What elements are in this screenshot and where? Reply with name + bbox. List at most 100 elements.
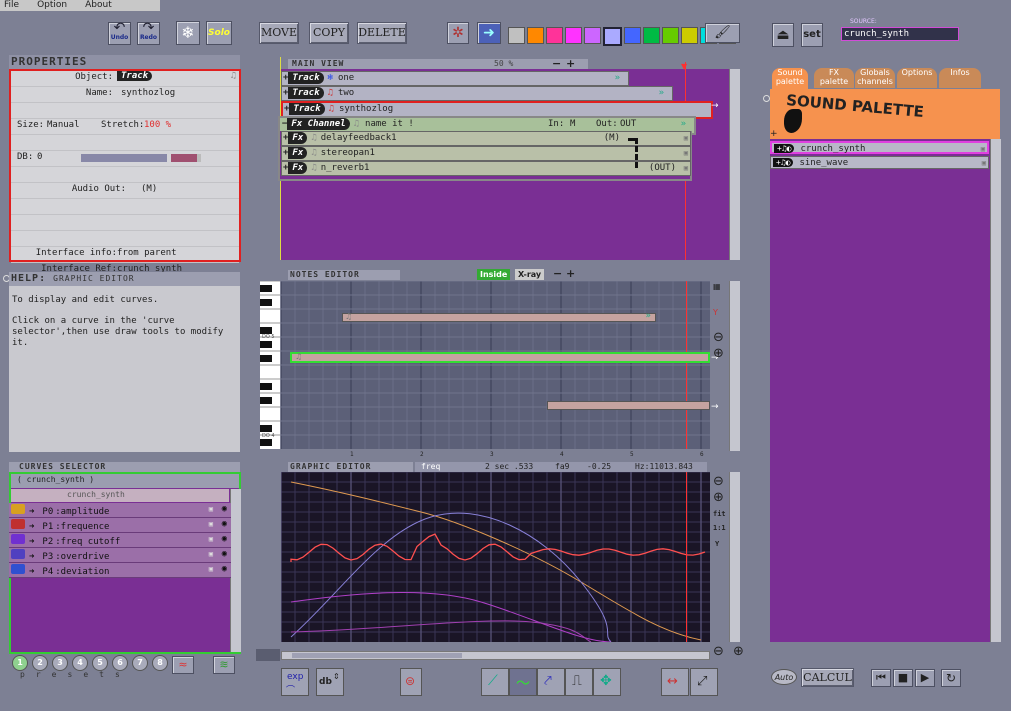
menu-file[interactable]: File [4, 0, 19, 11]
curves-head[interactable]: crunch_synth [11, 489, 229, 502]
move-point-tool[interactable]: ✥ [593, 668, 621, 696]
color-swatch[interactable] [527, 27, 544, 44]
curve-row[interactable]: ➜ P3:overdrive ◉ ▣ [9, 548, 231, 563]
ge-bottom-zoom-out-icon[interactable]: ⊖ [713, 644, 724, 659]
lock-icon[interactable]: ▣ [209, 503, 213, 516]
play-button[interactable]: ▶ [915, 669, 935, 687]
eye-icon[interactable]: ◉ [222, 563, 227, 576]
lock-icon[interactable]: ▣ [209, 548, 213, 561]
lock-icon[interactable]: ▣ [209, 518, 213, 531]
solo-button[interactable]: Solo [206, 21, 232, 45]
notes-grid-icon[interactable]: ▦ [713, 282, 721, 291]
preset-6-button[interactable]: 6 [112, 655, 128, 671]
fx-edit-icon[interactable]: ▣ [684, 162, 688, 174]
curves-button[interactable]: ≋ [213, 656, 235, 674]
ge-zoom-in-icon[interactable]: ⊕ [713, 490, 724, 505]
graphic-canvas[interactable] [280, 471, 710, 643]
ge-mini-icon[interactable] [256, 649, 280, 661]
fx-in-value[interactable]: M [570, 118, 575, 130]
color-swatch[interactable] [584, 27, 601, 44]
curve-row[interactable]: ➜ P2:freq cutoff ◉ ▣ [9, 533, 231, 548]
preset-4-button[interactable]: 4 [72, 655, 88, 671]
piano-keyboard[interactable] [260, 280, 280, 449]
track-row[interactable]: + Track ♫ two» [281, 86, 673, 101]
palette-item[interactable]: +♫◐ sine_wave ▣ [770, 156, 989, 169]
exp-button[interactable]: exp ⌒ [281, 668, 309, 696]
ge-1to1-button[interactable]: 1:1 [713, 524, 726, 532]
lock-icon[interactable]: ▣ [209, 563, 213, 576]
tab-options[interactable]: Options [897, 68, 937, 88]
tab-infos[interactable]: Infos [939, 68, 981, 88]
note-bar-1[interactable]: ♫» [342, 311, 656, 322]
draw-line-tool[interactable]: ⟋ [481, 668, 509, 696]
preset-7-button[interactable]: 7 [132, 655, 148, 671]
track-name[interactable]: synthozlog [339, 104, 393, 114]
tab-globals-channels[interactable]: Globals channels [855, 68, 895, 88]
eye-icon[interactable]: ◉ [222, 518, 227, 531]
palette-dot[interactable] [763, 95, 770, 102]
preset-3-button[interactable]: 3 [52, 655, 68, 671]
draw-point-tool[interactable]: ⤤ [537, 668, 565, 696]
curves-scrollbar[interactable] [230, 489, 241, 652]
color-swatch[interactable] [662, 27, 679, 44]
arrow-tool-button[interactable]: ➜ [477, 22, 501, 44]
ge-y-button[interactable]: Y [715, 540, 719, 548]
nodes-button[interactable]: ✲ [447, 22, 469, 44]
curve-row[interactable]: ➜ P4:deviation ◉ ▣ [9, 563, 231, 578]
tab-sound-palette[interactable]: Sound palette [772, 68, 808, 90]
menu-option[interactable]: Option [37, 0, 67, 11]
audio-value[interactable]: (M) [141, 184, 157, 194]
draw-step-tool[interactable]: ⎍ [565, 668, 593, 696]
fx-edit-icon[interactable]: ▣ [684, 147, 688, 159]
fx-name[interactable]: n_reverb1 [321, 163, 370, 173]
playhead-graphic[interactable] [686, 472, 687, 642]
inside-toggle[interactable]: Inside [477, 269, 511, 280]
name-value[interactable]: synthozlog [121, 88, 175, 98]
notes-grid[interactable] [280, 280, 710, 449]
eye-icon[interactable]: ◉ [222, 548, 227, 561]
loop-button[interactable]: ↻ [941, 669, 961, 687]
preset-5-button[interactable]: 5 [92, 655, 108, 671]
curve-row[interactable]: ➜ P1:frequence ◉ ▣ [9, 518, 231, 533]
hscroll-thumb[interactable] [292, 653, 462, 658]
calcul-button[interactable]: CALCUL [801, 668, 854, 687]
note-bar-selected[interactable]: ♫ [290, 352, 710, 363]
fx-name[interactable]: delayfeedback1 [321, 133, 397, 143]
stamp-button[interactable]: ⏏ [772, 23, 794, 47]
xray-toggle[interactable]: X-ray [515, 269, 545, 280]
snowflake-button[interactable]: ❄ [176, 21, 200, 45]
notes-zoom-out[interactable]: − [553, 267, 562, 280]
fx-channel-name[interactable]: name it ! [365, 119, 414, 129]
db-value[interactable]: 0 [37, 152, 42, 162]
ge-bottom-zoom-in-icon[interactable]: ⊕ [733, 644, 744, 659]
fx-edit-icon[interactable]: ▣ [684, 132, 688, 144]
db-slider-track[interactable] [81, 154, 167, 162]
track-name[interactable]: one [338, 73, 354, 83]
graphic-scrollbar[interactable] [729, 472, 740, 642]
source-field[interactable]: crunch_synth [841, 27, 959, 41]
stretch-value[interactable]: 100 % [144, 120, 171, 130]
main-view-scrollbar[interactable] [729, 69, 740, 260]
playhead-notes[interactable] [686, 281, 687, 449]
track-row[interactable]: + Track ❄ one» [281, 71, 629, 86]
auto-button[interactable]: Auto [771, 669, 797, 685]
palette-add-icon[interactable]: + [770, 129, 778, 139]
notes-zoom-in-icon[interactable]: ⊕ [713, 346, 724, 361]
tab-fx-palette[interactable]: FX palette [814, 68, 854, 88]
set-button[interactable]: set [801, 23, 823, 47]
wave-button[interactable]: ≈ [172, 656, 194, 674]
notes-zoom-out-icon[interactable]: ⊖ [713, 330, 724, 345]
color-swatch[interactable] [603, 27, 622, 46]
notes-scrollbar[interactable] [729, 281, 740, 451]
paint-brush-button[interactable]: 🖌 [705, 23, 740, 43]
fx-out-value[interactable]: OUT [620, 118, 636, 130]
draw-curve-tool[interactable]: 〜 [509, 668, 537, 696]
notes-y-icon[interactable]: Y [713, 308, 718, 317]
color-swatch[interactable] [508, 27, 525, 44]
expand-v-tool[interactable]: ⤢ [690, 668, 718, 696]
lock-icon[interactable]: ▣ [209, 533, 213, 546]
eye-icon[interactable]: ◉ [222, 503, 227, 516]
undo-button[interactable]: ↶ Undo [108, 21, 131, 45]
fx-name[interactable]: stereopan1 [321, 148, 375, 158]
move-button[interactable]: MOVE [259, 22, 299, 44]
